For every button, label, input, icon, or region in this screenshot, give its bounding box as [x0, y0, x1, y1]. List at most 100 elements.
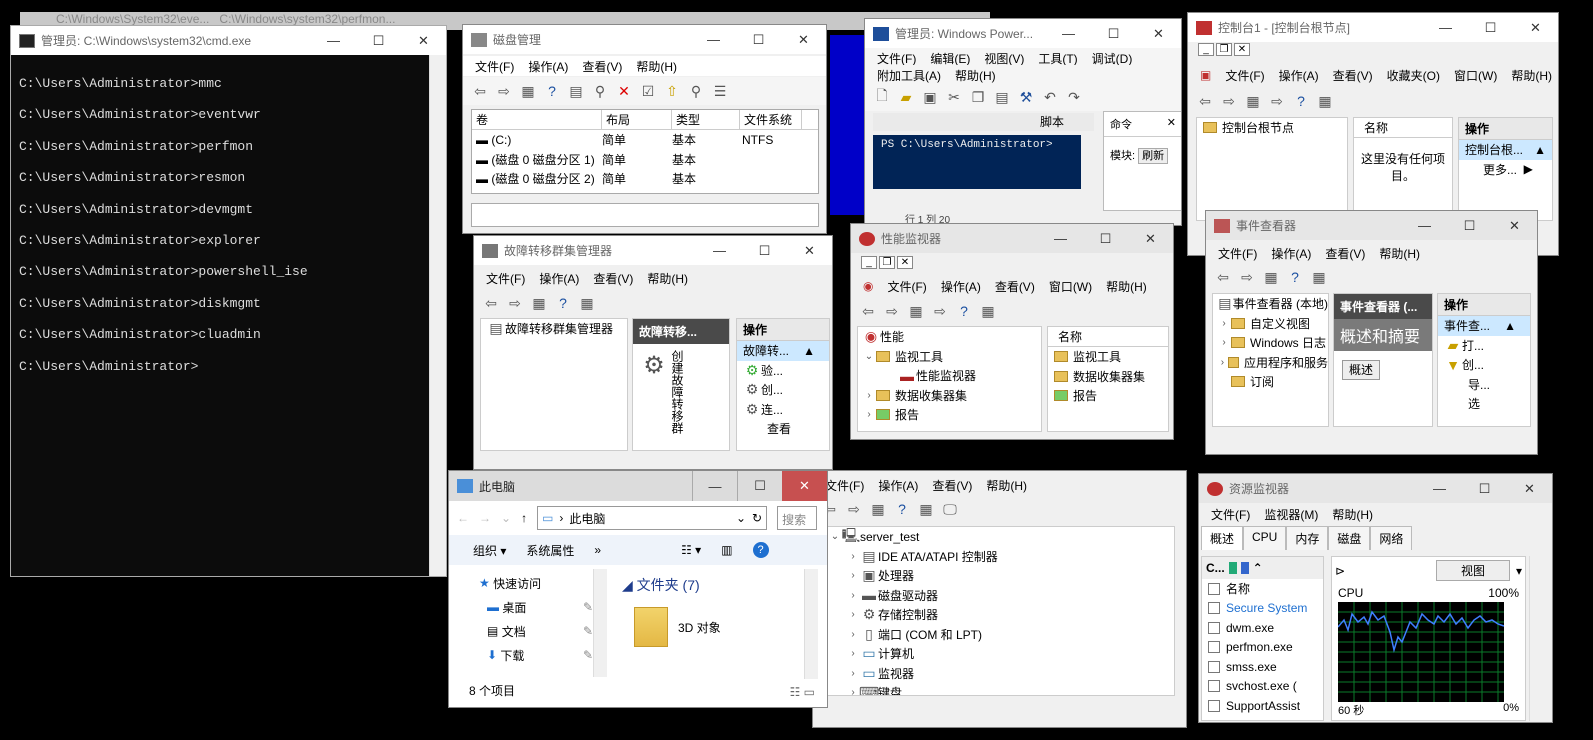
disk-graphical-view[interactable] [471, 203, 819, 227]
undo-icon[interactable]: ↶ [1041, 88, 1059, 106]
device-category[interactable]: › ▣ 处理器 [824, 566, 1174, 586]
tree-node-subscriptions[interactable]: 订阅 [1213, 372, 1328, 392]
action-create[interactable]: ▼ 创... [1438, 355, 1530, 375]
menu-file[interactable]: 文件(F) [881, 278, 932, 295]
tree-node-custom-views[interactable]: › 自定义视图 [1213, 314, 1328, 334]
maximize-button[interactable]: ☐ [1083, 224, 1128, 253]
maximize-button[interactable]: ☐ [737, 471, 782, 501]
help-icon[interactable]: ? [893, 500, 911, 518]
chevron-down-icon[interactable]: ⌄ [862, 351, 876, 362]
perf-list[interactable]: 名称 监视工具 数据收集器集 报告 [1047, 326, 1169, 432]
tree-node-perfmon[interactable]: ▬ 性能监视器 [858, 366, 1041, 386]
menu-action[interactable]: 操作(A) [1265, 245, 1317, 262]
perf-titlebar[interactable]: 性能监视器 — ☐ ✕ [851, 224, 1173, 253]
chevron-down-icon[interactable]: ⌄ [736, 511, 746, 525]
console-tree-icon[interactable]: ▦ [907, 302, 925, 320]
view-button[interactable]: 视图 [1435, 560, 1510, 581]
chevron-right-icon[interactable]: › [846, 609, 860, 620]
device-category[interactable]: › ⌨ 键盘 [824, 683, 1174, 695]
explorer-nav-pane[interactable]: ★ 快速访问 ▬ 桌面 ✎ ▤ 文档 ✎ ⬇ 下载 ✎ [457, 571, 607, 679]
cluster-center[interactable]: 故障转移... ⚙ 创建故障转移群 [632, 318, 730, 451]
nav-quick-access[interactable]: ★ 快速访问 [457, 571, 607, 595]
maximize-button[interactable]: ☐ [1447, 211, 1492, 240]
menu-view[interactable]: 查看(V) [989, 278, 1041, 295]
forward-icon[interactable]: ⇨ [1238, 268, 1256, 286]
mdi-minimize[interactable]: _ [1198, 43, 1214, 56]
event-center[interactable]: 事件查看器 (... 概述和摘要 概述 [1333, 293, 1433, 427]
cmd-window[interactable]: 管理员: C:\Windows\system32\cmd.exe — ☐ ✕ C:\… [10, 25, 447, 577]
content-scrollbar[interactable] [804, 569, 818, 679]
close-button[interactable]: ✕ [1507, 474, 1552, 503]
chevron-down-icon[interactable]: ⌄ [828, 531, 842, 542]
chevron-right-icon[interactable]: › [1217, 337, 1231, 348]
action-open[interactable]: ▰ 打... [1438, 336, 1530, 356]
menu-edit[interactable]: 编辑(E) [924, 50, 976, 67]
menu-file[interactable]: 文件(F) [1212, 245, 1263, 262]
menu-help[interactable]: 帮助(H) [980, 477, 1033, 494]
mmc-menu-icon[interactable]: ▣ [1194, 68, 1217, 82]
maximize-button[interactable]: ☐ [736, 25, 781, 54]
process-row[interactable]: svchost.exe ( [1202, 677, 1323, 697]
collapse-icon[interactable]: ⌃ [1253, 561, 1263, 575]
tree-node-root[interactable]: 故障转移群集管理器 [505, 320, 613, 337]
process-row[interactable]: perfmon.exe [1202, 638, 1323, 658]
maximize-button[interactable]: ☐ [1468, 13, 1513, 42]
nav-documents[interactable]: ▤ 文档 ✎ [457, 619, 607, 643]
chevron-down-icon[interactable]: ▾ [1516, 564, 1522, 578]
menu-file[interactable]: 文件(F) [871, 50, 922, 67]
close-icon[interactable]: ✕ [1167, 116, 1176, 132]
minimize-button[interactable]: — [1417, 474, 1462, 503]
group-header[interactable]: ◢ 文件夹 (7) [614, 571, 804, 599]
mdi-minimize[interactable]: _ [861, 256, 877, 269]
tree-node-reports[interactable]: › 报告 [858, 405, 1041, 425]
close-button[interactable]: ✕ [782, 471, 827, 501]
refresh-button[interactable]: 刷新 [1138, 148, 1169, 164]
tree-node-monitoring-tools[interactable]: ⌄ 监视工具 [858, 347, 1041, 367]
console-tree-icon[interactable]: ▦ [530, 294, 548, 312]
maximize-button[interactable]: ☐ [742, 236, 787, 265]
menu-help[interactable]: 帮助(H) [1100, 278, 1153, 295]
event-titlebar[interactable]: 事件查看器 — ☐ ✕ [1206, 211, 1537, 240]
tab-memory[interactable]: 内存 [1286, 526, 1329, 550]
explorer-content[interactable]: ◢ 文件夹 (7) 3D 对象 [614, 571, 804, 671]
nav-scrollbar[interactable] [593, 569, 607, 677]
forward-icon[interactable]: ⇨ [845, 500, 863, 518]
device-manager-window[interactable]: 文件(F) 操作(A) 查看(V) 帮助(H) ⇦ ⇨ ▦? ▦ 🖵 ⌄ 🖳 server_tes… [812, 470, 1187, 728]
resource-monitor-window[interactable]: 资源监视器 — ☐ ✕ 文件(F) 监视器(M) 帮助(H) 概述 CPU 内存 磁盘 网络 C… [1198, 473, 1553, 723]
menu-help[interactable]: 帮助(H) [1326, 506, 1379, 523]
close-button[interactable]: ✕ [1136, 19, 1181, 48]
chevron-right-icon[interactable]: › [1217, 357, 1228, 368]
powershell-ise-window[interactable]: 管理员: Windows Power... — ☐ ✕ 文件(F) 编辑(E) 视图(V… [864, 18, 1182, 226]
close-button[interactable]: ✕ [1492, 211, 1537, 240]
save-icon[interactable]: ▣ [921, 88, 939, 106]
menu-file[interactable]: 文件(F) [469, 58, 520, 75]
chevron-right-icon[interactable]: › [846, 570, 860, 581]
menu-view[interactable]: 查看(V) [587, 270, 639, 287]
action-pane-icon[interactable]: ▦ [1316, 92, 1334, 110]
mdi-close[interactable]: ✕ [1234, 43, 1250, 56]
chevron-right-icon[interactable]: › [862, 409, 876, 420]
tab-disk[interactable]: 磁盘 [1328, 526, 1371, 550]
minimize-button[interactable]: — [697, 236, 742, 265]
action-more[interactable]: 更多... ▶ [1459, 160, 1552, 180]
address-bar[interactable]: ▭ › 此电脑 ⌄ ↻ [537, 506, 768, 530]
action-pane-icon[interactable]: ▦ [578, 294, 596, 312]
col-name[interactable]: 名称 [1054, 327, 1082, 346]
connect-icon[interactable]: ⚲ [591, 82, 609, 100]
back-icon[interactable]: ⇦ [1214, 268, 1232, 286]
tree-node-root[interactable]: ▤ 事件查看器 (本地) [1213, 294, 1328, 314]
forward-icon[interactable]: → [479, 511, 491, 525]
up-icon[interactable]: ⇧ [663, 82, 681, 100]
back-icon[interactable]: ← [457, 511, 469, 525]
menu-view[interactable]: 查看(V) [1327, 67, 1379, 84]
menu-help[interactable]: 帮助(H) [1373, 245, 1426, 262]
menu-action[interactable]: 操作(A) [1273, 67, 1325, 84]
menu-action[interactable]: 操作(A) [872, 477, 924, 494]
forward-icon[interactable]: ⇨ [506, 294, 524, 312]
event-viewer-window[interactable]: 事件查看器 — ☐ ✕ 文件(F) 操作(A) 查看(V) 帮助(H) ⇦ ⇨ ▦? ▦ ▤ 事件… [1205, 210, 1538, 455]
col-filesystem[interactable]: 文件系统 [740, 110, 802, 129]
open-icon[interactable]: ▰ [897, 88, 915, 106]
help-icon[interactable]: ? [1286, 268, 1304, 286]
action-item-root[interactable]: 控制台根... ▲ [1459, 140, 1552, 160]
help-icon[interactable]: ? [554, 294, 572, 312]
